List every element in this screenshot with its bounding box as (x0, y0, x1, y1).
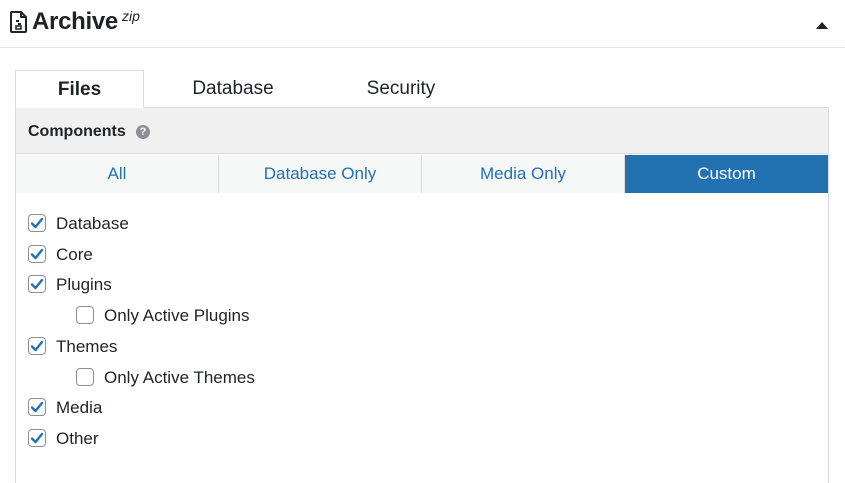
checkbox-media-label: Media (56, 398, 103, 417)
archive-header: Archive zip (0, 0, 845, 48)
checkbox-themes-label: Themes (56, 337, 118, 356)
component-filter-group: All Database Only Media Only Custom (16, 155, 828, 193)
components-header: Components ? (16, 108, 828, 154)
filter-custom-button[interactable]: Custom (625, 155, 828, 193)
document-icon (10, 11, 27, 33)
checkbox-database-box[interactable] (28, 214, 46, 232)
checkbox-only-active-themes-label: Only Active Themes (104, 368, 255, 387)
checkbox-database-label: Database (56, 214, 129, 233)
components-panel: Components ? All Database Only Media Onl… (15, 107, 829, 483)
components-title: Components (28, 123, 126, 140)
filter-all-button[interactable]: All (16, 155, 219, 193)
checkbox-themes-box[interactable] (28, 337, 46, 355)
archive-tabs: Files Database Security (15, 70, 828, 108)
tab-database[interactable]: Database (165, 70, 301, 108)
checkmark-icon (30, 432, 44, 444)
checkmark-icon (30, 340, 44, 352)
collapse-button[interactable] (810, 16, 834, 34)
title-format-label: zip (122, 8, 140, 24)
page-title: Archive (32, 8, 118, 35)
checkbox-other-box[interactable] (28, 429, 46, 447)
checkbox-other-label: Other (56, 429, 99, 448)
checkbox-media-box[interactable] (28, 398, 46, 416)
checkbox-only-active-plugins-label: Only Active Plugins (104, 306, 250, 325)
checkbox-only-active-themes-box[interactable] (76, 368, 94, 386)
checkbox-only-active-plugins-box[interactable] (76, 306, 94, 324)
filter-database-only-button[interactable]: Database Only (219, 155, 422, 193)
caret-up-icon (816, 22, 828, 29)
filter-media-only-button[interactable]: Media Only (422, 155, 625, 193)
checkmark-icon (30, 401, 44, 413)
tab-files[interactable]: Files (15, 70, 144, 108)
help-icon[interactable]: ? (136, 125, 150, 139)
checkbox-core-box[interactable] (28, 245, 46, 263)
checkbox-plugins-label: Plugins (56, 275, 112, 294)
tab-security[interactable]: Security (333, 70, 469, 108)
checkmark-icon (30, 217, 44, 229)
checkmark-icon (30, 248, 44, 260)
checkmark-icon (30, 278, 44, 290)
checkbox-plugins-box[interactable] (28, 275, 46, 293)
checkbox-core-label: Core (56, 245, 93, 264)
